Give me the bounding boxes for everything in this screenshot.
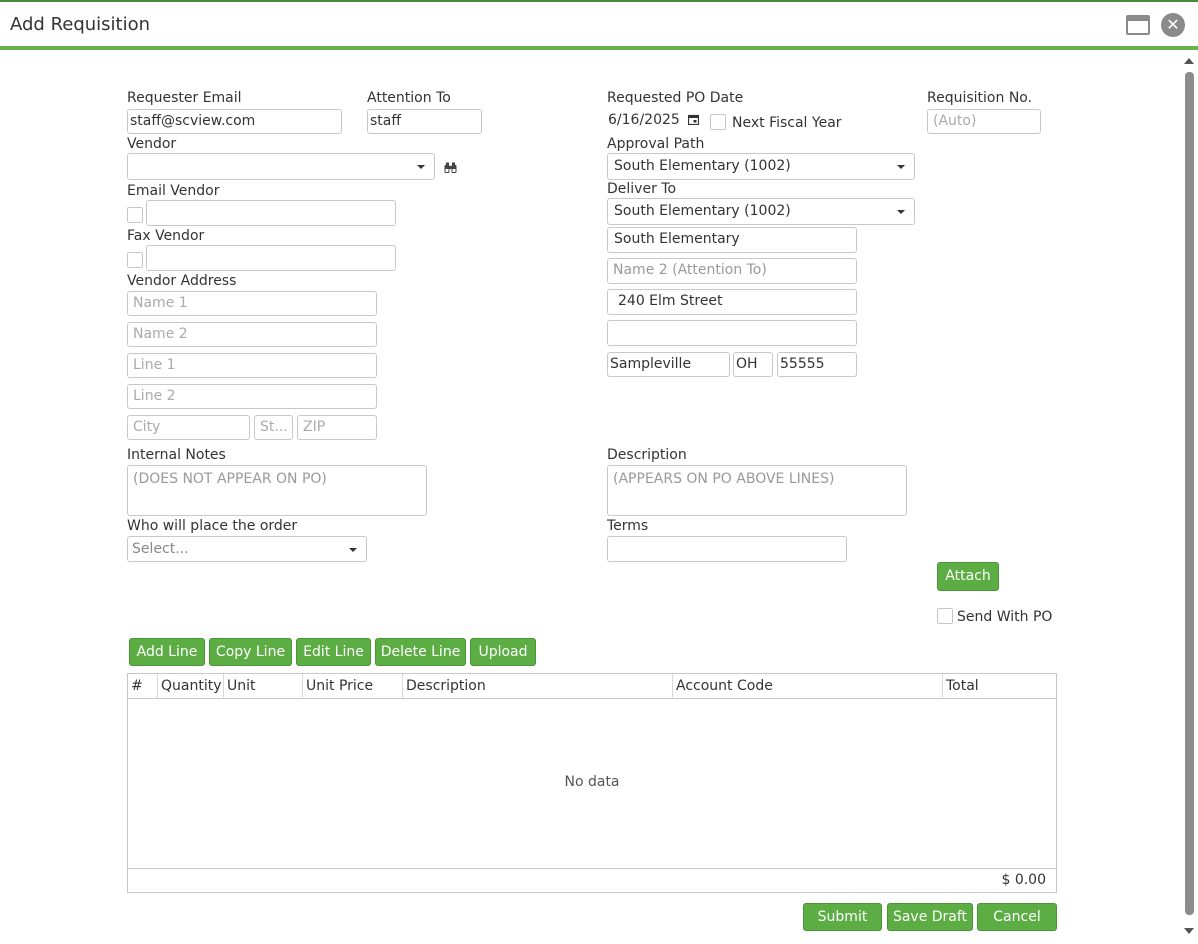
grid-header: # Quantity Unit Unit Price Description A… (128, 674, 1056, 699)
requested-po-date-label: Requested PO Date (607, 90, 744, 106)
fax-vendor-input[interactable] (146, 245, 396, 271)
scroll-down-arrow-icon[interactable] (1184, 928, 1194, 934)
deliver-to-label: Deliver To (607, 181, 677, 197)
column-header-number[interactable]: # (128, 674, 158, 698)
approval-path-value: South Elementary (1002) (614, 158, 791, 174)
vendor-state-input[interactable]: St... (254, 415, 293, 440)
who-will-place-select[interactable]: Select... (127, 536, 367, 562)
binoculars-icon[interactable] (444, 162, 457, 174)
description-textarea[interactable]: (APPEARS ON PO ABOVE LINES) (607, 465, 907, 516)
attention-to-label: Attention To (367, 90, 451, 106)
send-with-po-label: Send With PO (957, 609, 1053, 625)
chevron-down-icon (897, 210, 905, 214)
email-vendor-input[interactable] (146, 200, 396, 226)
fax-vendor-label: Fax Vendor (127, 228, 205, 244)
submit-button[interactable]: Submit (803, 903, 882, 931)
scroll-up-arrow-icon[interactable] (1184, 58, 1194, 64)
email-vendor-checkbox[interactable] (127, 207, 143, 223)
next-fiscal-year-label: Next Fiscal Year (732, 115, 842, 131)
attention-to-input[interactable]: staff (367, 109, 482, 134)
cancel-button[interactable]: Cancel (977, 903, 1057, 931)
save-draft-button[interactable]: Save Draft (887, 903, 973, 931)
column-header-quantity[interactable]: Quantity (158, 674, 224, 698)
who-will-place-value: Select... (132, 541, 189, 557)
lines-grid: # Quantity Unit Unit Price Description A… (127, 673, 1057, 893)
approval-path-label: Approval Path (607, 136, 705, 152)
grid-total-footer: $ 0.00 (128, 868, 1056, 892)
fax-vendor-checkbox[interactable] (127, 252, 143, 268)
vendor-label: Vendor (127, 136, 177, 152)
requested-po-date-value: 6/16/2025 (608, 112, 680, 128)
who-will-place-label: Who will place the order (127, 518, 298, 534)
next-fiscal-year-checkbox[interactable] (710, 114, 726, 130)
deliver-to-value: South Elementary (1002) (614, 203, 791, 219)
internal-notes-label: Internal Notes (127, 447, 226, 463)
column-header-unit-price[interactable]: Unit Price (303, 674, 403, 698)
vendor-name2-input[interactable]: Name 2 (127, 322, 377, 347)
deliver-to-select[interactable]: South Elementary (1002) (607, 198, 915, 225)
dialog-title: Add Requisition (10, 14, 151, 35)
column-header-description[interactable]: Description (403, 674, 673, 698)
add-line-button[interactable]: Add Line (129, 638, 205, 666)
requester-email-label: Requester Email (127, 90, 242, 106)
vendor-line2-input[interactable]: Line 2 (127, 384, 377, 409)
scrollbar-thumb[interactable] (1185, 72, 1194, 915)
vendor-address-label: Vendor Address (127, 273, 237, 289)
deliver-city-input[interactable]: Sampleville (607, 352, 730, 377)
internal-notes-textarea[interactable]: (DOES NOT APPEAR ON PO) (127, 465, 427, 516)
edit-line-button[interactable]: Edit Line (296, 638, 371, 666)
delete-line-button[interactable]: Delete Line (375, 638, 466, 666)
send-with-po-checkbox[interactable] (937, 608, 953, 624)
deliver-line1-input[interactable]: 240 Elm Street (607, 289, 857, 315)
deliver-name2-input[interactable]: Name 2 (Attention To) (607, 258, 857, 284)
requisition-no-input: (Auto) (927, 109, 1041, 134)
requester-email-input[interactable]: staff@scview.com (127, 109, 342, 134)
vendor-select[interactable] (127, 153, 435, 180)
chevron-down-icon (417, 165, 425, 169)
vendor-zip-input[interactable]: ZIP (297, 415, 377, 440)
column-header-unit[interactable]: Unit (224, 674, 303, 698)
calendar-icon[interactable] (688, 114, 699, 125)
approval-path-select[interactable]: South Elementary (1002) (607, 153, 915, 180)
column-header-total[interactable]: Total (943, 674, 1056, 698)
deliver-zip-input[interactable]: 55555 (777, 352, 857, 377)
attach-button[interactable]: Attach (937, 562, 999, 591)
dialog-titlebar: Add Requisition ✕ (0, 0, 1198, 50)
upload-button[interactable]: Upload (470, 638, 536, 666)
description-label: Description (607, 447, 687, 463)
email-vendor-label: Email Vendor (127, 183, 220, 199)
vendor-city-input[interactable]: City (127, 415, 250, 440)
maximize-icon[interactable] (1126, 15, 1150, 35)
column-header-account-code[interactable]: Account Code (673, 674, 943, 698)
chevron-down-icon (349, 548, 357, 552)
grid-empty-message: No data (564, 774, 620, 790)
chevron-down-icon (897, 165, 905, 169)
deliver-name1-input[interactable]: South Elementary (607, 227, 857, 253)
vendor-line1-input[interactable]: Line 1 (127, 353, 377, 378)
vendor-name1-input[interactable]: Name 1 (127, 291, 377, 316)
copy-line-button[interactable]: Copy Line (209, 638, 292, 666)
deliver-state-input[interactable]: OH (733, 352, 773, 377)
close-icon[interactable]: ✕ (1161, 13, 1185, 37)
terms-label: Terms (607, 518, 649, 534)
terms-input[interactable] (607, 536, 847, 562)
requisition-no-label: Requisition No. (927, 90, 1033, 106)
deliver-line2-input[interactable] (607, 320, 857, 346)
